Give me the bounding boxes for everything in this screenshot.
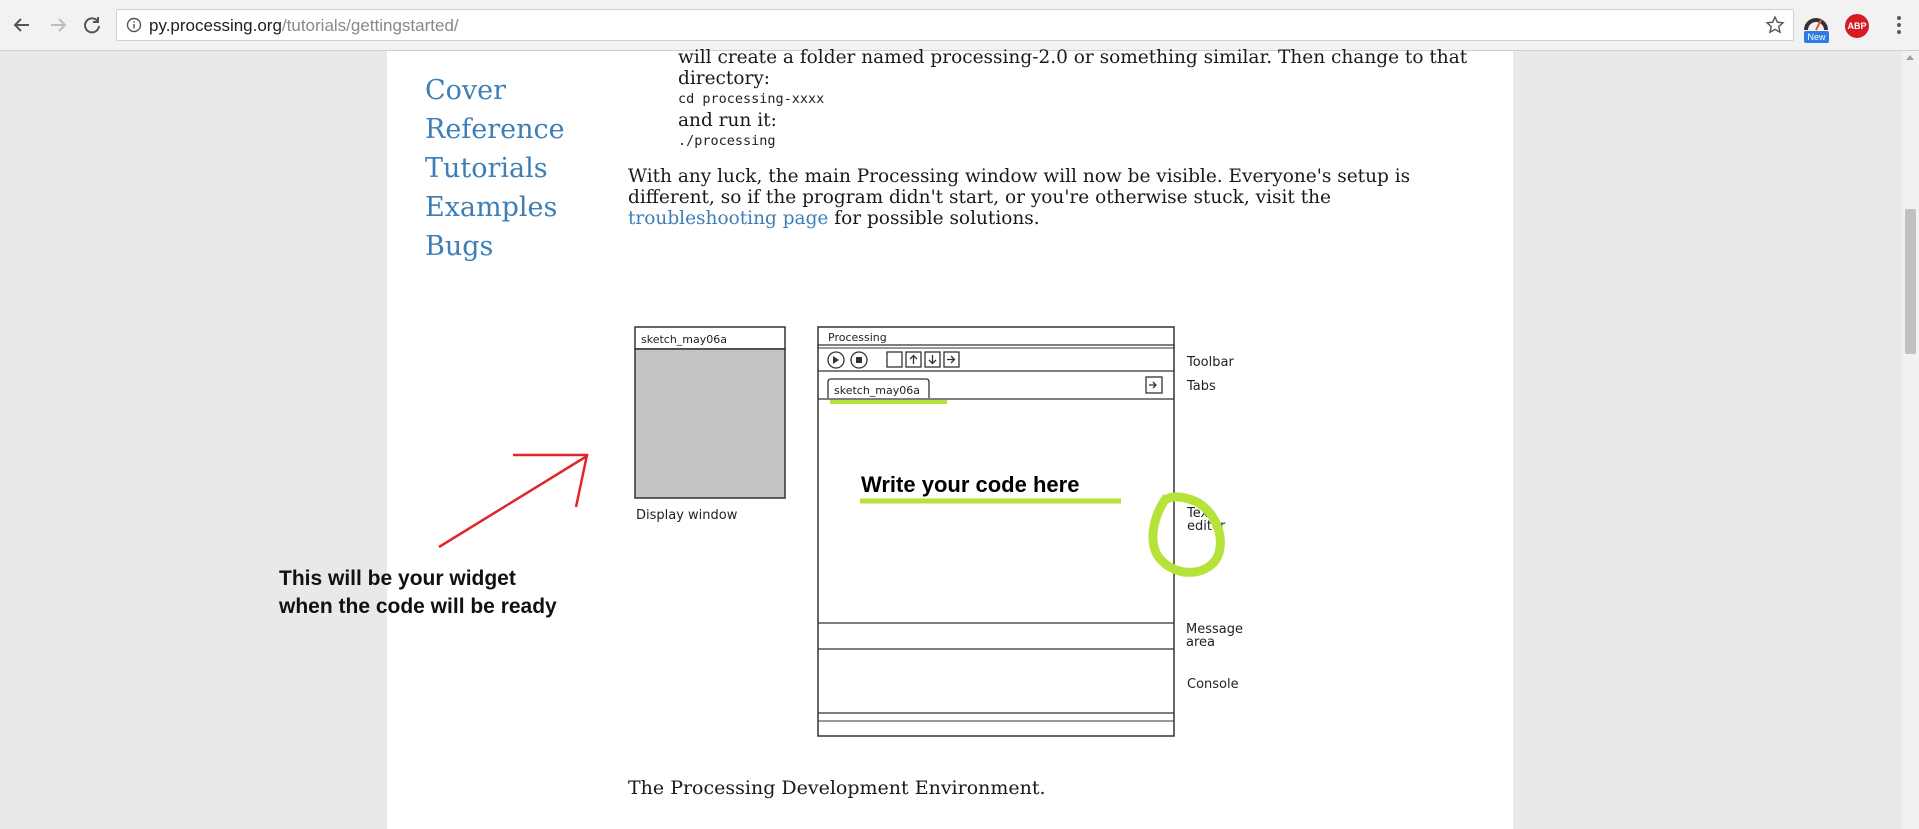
back-button[interactable]: [10, 13, 34, 37]
reload-icon: [84, 17, 100, 34]
widget-annotation-line2: when the code will be ready: [279, 595, 557, 618]
reload-button[interactable]: [80, 13, 104, 37]
tabs-label: Tabs: [1186, 379, 1216, 394]
arrow-left-icon: [13, 18, 29, 32]
message-area-label-line2: area: [1186, 635, 1215, 650]
info-icon[interactable]: [126, 17, 142, 33]
new-badge: New: [1804, 31, 1829, 43]
display-window-sketch: sketch_may06a Display window: [634, 326, 786, 523]
tab-label: sketch_may06a: [834, 384, 920, 397]
forward-button[interactable]: [46, 13, 70, 37]
display-window-title: sketch_may06a: [641, 333, 727, 346]
browser-toolbar: py.processing.org/tutorials/gettingstart…: [0, 0, 1919, 51]
red-arrow-icon: [438, 453, 589, 549]
ide-window-sketch: Processing sketch_may06a Toolbar Tabs Te…: [817, 326, 1243, 737]
widget-annotation: This will be your widget when the code w…: [279, 565, 659, 621]
scrollbar-thumb[interactable]: [1905, 209, 1916, 354]
adblock-button[interactable]: ABP: [1845, 14, 1869, 38]
scroll-up-icon[interactable]: [1906, 55, 1914, 60]
figure-caption: The Processing Development Environment.: [628, 777, 1046, 799]
vertical-scrollbar[interactable]: [1902, 51, 1919, 829]
display-window-label: Display window: [636, 508, 738, 523]
speedometer-icon: [1804, 18, 1828, 31]
browser-menu-button[interactable]: [1895, 14, 1903, 36]
ide-title: Processing: [828, 331, 887, 344]
adblock-label: ABP: [1847, 21, 1867, 31]
widget-annotation-line1: This will be your widget: [279, 567, 516, 590]
address-bar[interactable]: py.processing.org/tutorials/gettingstart…: [116, 9, 1794, 41]
star-icon[interactable]: [1765, 15, 1785, 35]
write-code-annotation: Write your code here: [861, 472, 1079, 497]
toolbar-label: Toolbar: [1186, 355, 1234, 370]
arrow-right-icon: [51, 18, 67, 32]
console-label: Console: [1187, 677, 1239, 692]
extension-button[interactable]: New: [1803, 12, 1831, 44]
page-container: Cover Reference Tutorials Examples Bugs …: [387, 47, 1513, 829]
pde-diagram: sketch_may06a Display window Processing: [438, 326, 1243, 737]
url-text: py.processing.org/tutorials/gettingstart…: [149, 16, 459, 35]
